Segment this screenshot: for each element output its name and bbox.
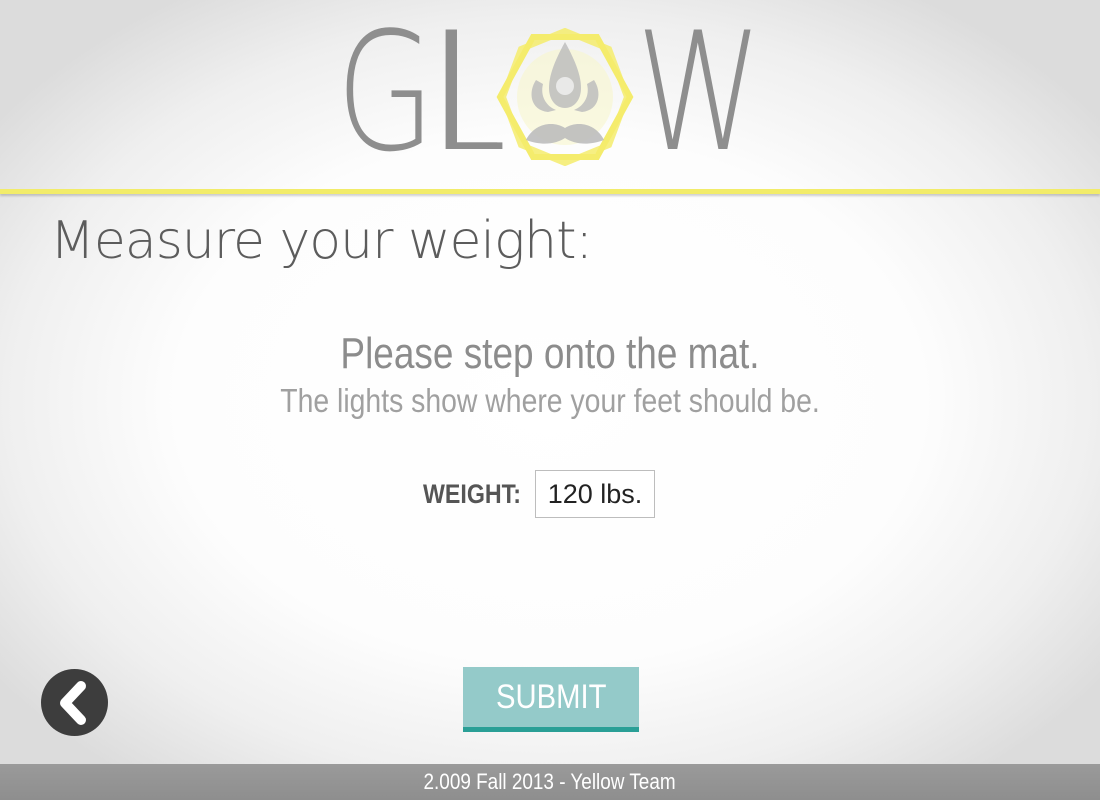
header-divider (0, 189, 1100, 194)
page-title: Measure your weight: (50, 211, 593, 271)
weight-label: WEIGHT: (422, 479, 522, 509)
submit-label: SUBMIT (495, 678, 607, 716)
footer-bar: 2.009 Fall 2013 - Yellow Team (0, 764, 1100, 800)
app-logo: GL W L (0, 0, 1100, 190)
back-button[interactable] (41, 669, 108, 736)
instruction-main: Please step onto the mat. (340, 329, 760, 378)
logo-letter-l-glyph: L (430, 0, 502, 188)
submit-button[interactable]: SUBMIT (463, 667, 639, 732)
logo-letter-l: L (0, 8, 1100, 178)
footer-text: 2.009 Fall 2013 - Yellow Team (423, 769, 677, 794)
weight-field[interactable] (535, 470, 655, 518)
instruction-sub: The lights show where your feet should b… (280, 382, 820, 419)
chevron-left-icon (60, 681, 86, 725)
